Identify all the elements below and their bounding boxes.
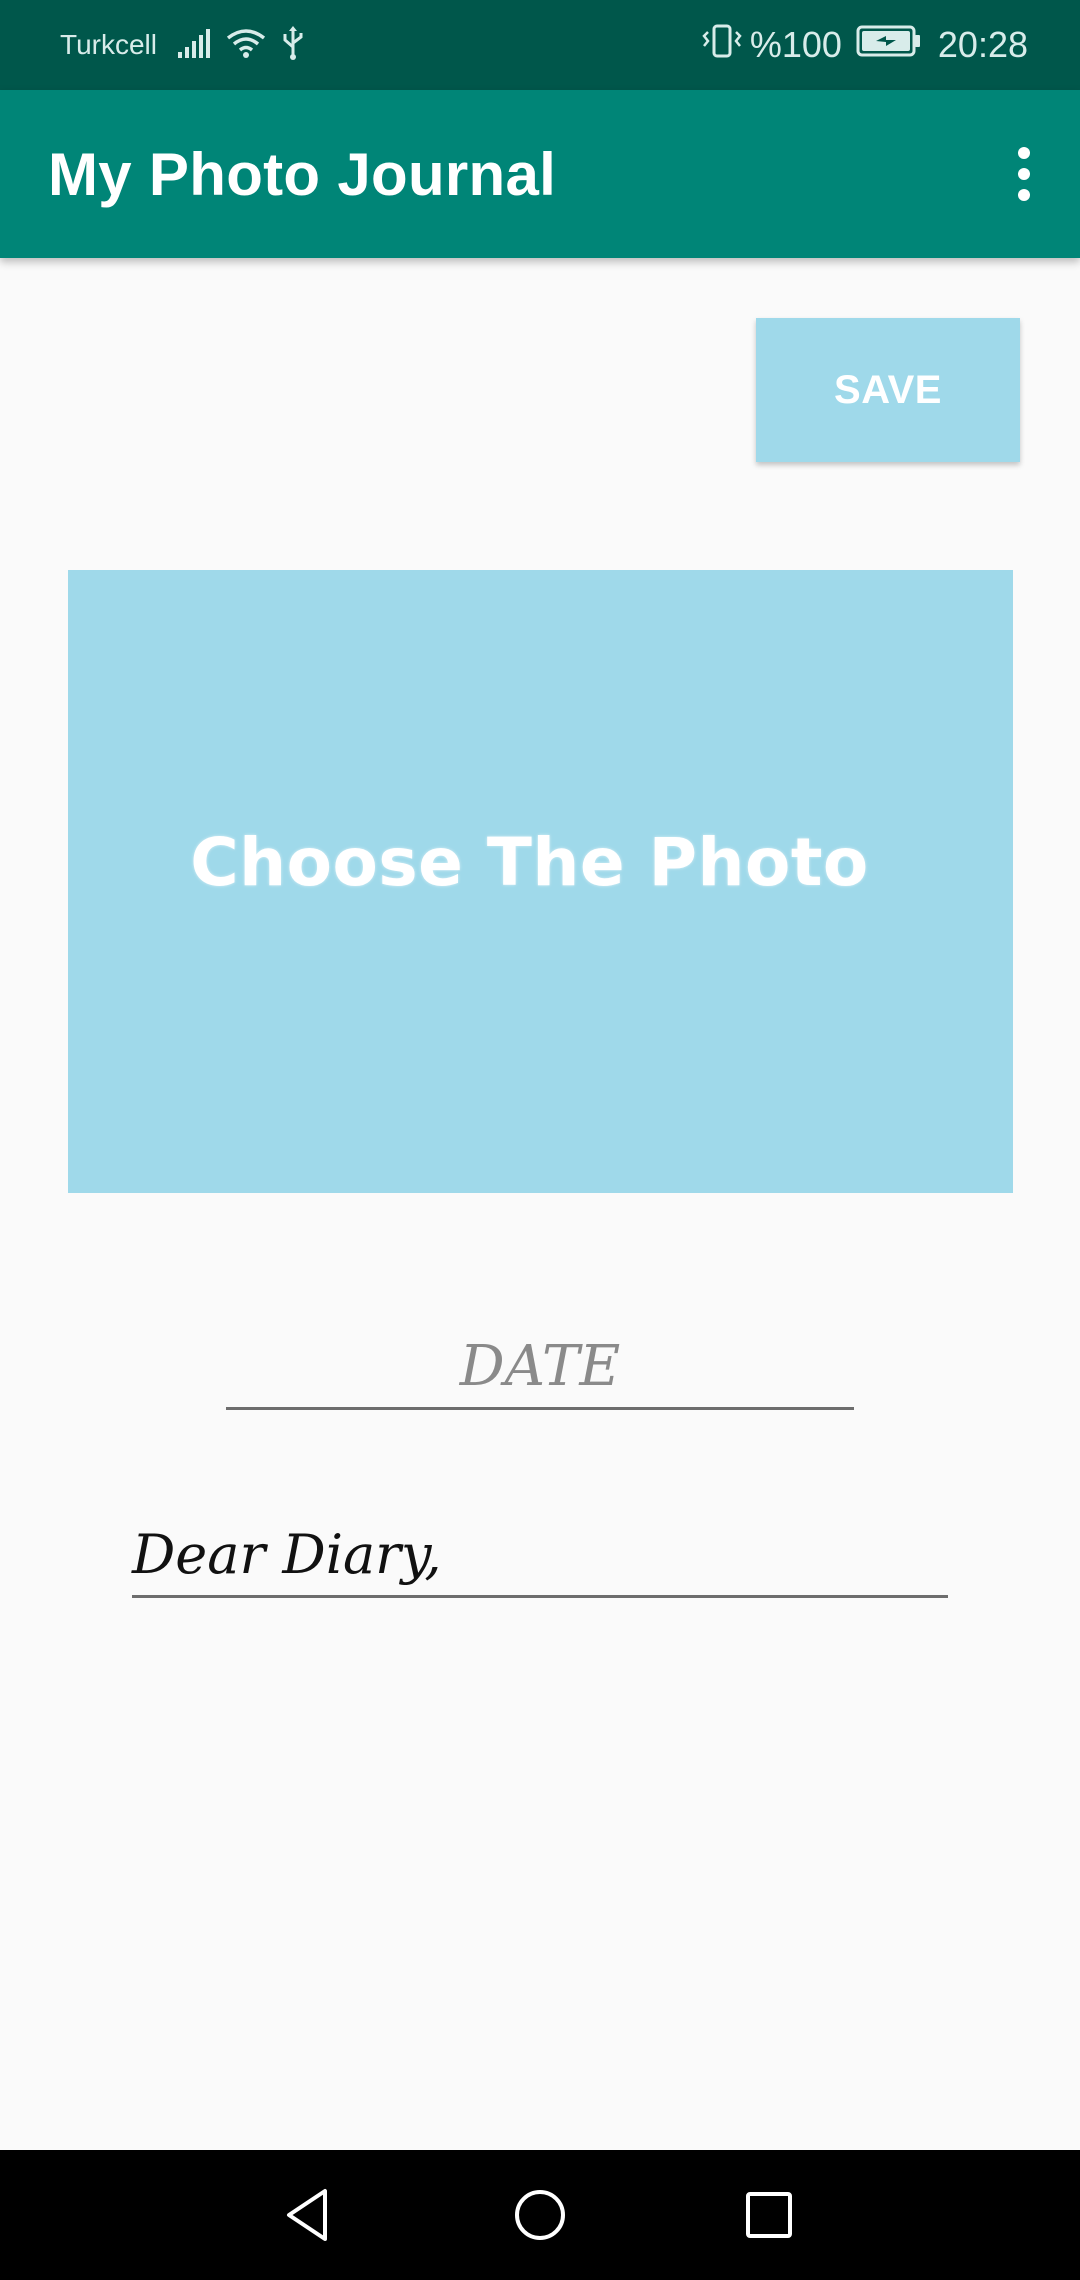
back-icon[interactable] [264,2170,354,2260]
app-bar: My Photo Journal [0,90,1080,258]
menu-dot [1018,147,1030,159]
overflow-menu-icon[interactable] [984,134,1064,214]
home-icon[interactable] [495,2170,585,2260]
diary-entry-field[interactable]: Dear Diary, [132,1514,948,1598]
vibrate-icon [702,22,742,69]
wifi-icon [226,27,266,64]
choose-photo-button[interactable]: Choose The Photo [68,570,1013,1193]
diary-entry-text: Dear Diary, [132,1523,442,1586]
battery-percent: %100 [749,24,842,65]
screen: Turkcell %100 20:28 My Photo Journal SAV… [0,0,1080,2280]
recents-icon[interactable] [724,2170,814,2260]
carrier-name: Turkcell [60,29,157,60]
battery-charging-icon [856,24,922,67]
status-icons-left [176,22,306,68]
save-button-label: SAVE [834,367,942,412]
navigation-bar [0,2150,1080,2280]
app-title: My Photo Journal [48,141,557,208]
date-field[interactable]: DATE [226,1326,854,1410]
date-placeholder: DATE [459,1334,621,1399]
status-bar: Turkcell %100 20:28 [0,0,1080,90]
menu-dot [1018,189,1030,201]
clock: 20:28 [937,24,1028,65]
save-button[interactable]: SAVE [756,318,1020,462]
signal-icon [176,28,212,63]
choose-photo-label: Choose The Photo [190,824,869,901]
menu-dot [1018,168,1030,180]
usb-icon [280,25,306,66]
status-icons-right: %100 20:28 [702,18,1028,72]
